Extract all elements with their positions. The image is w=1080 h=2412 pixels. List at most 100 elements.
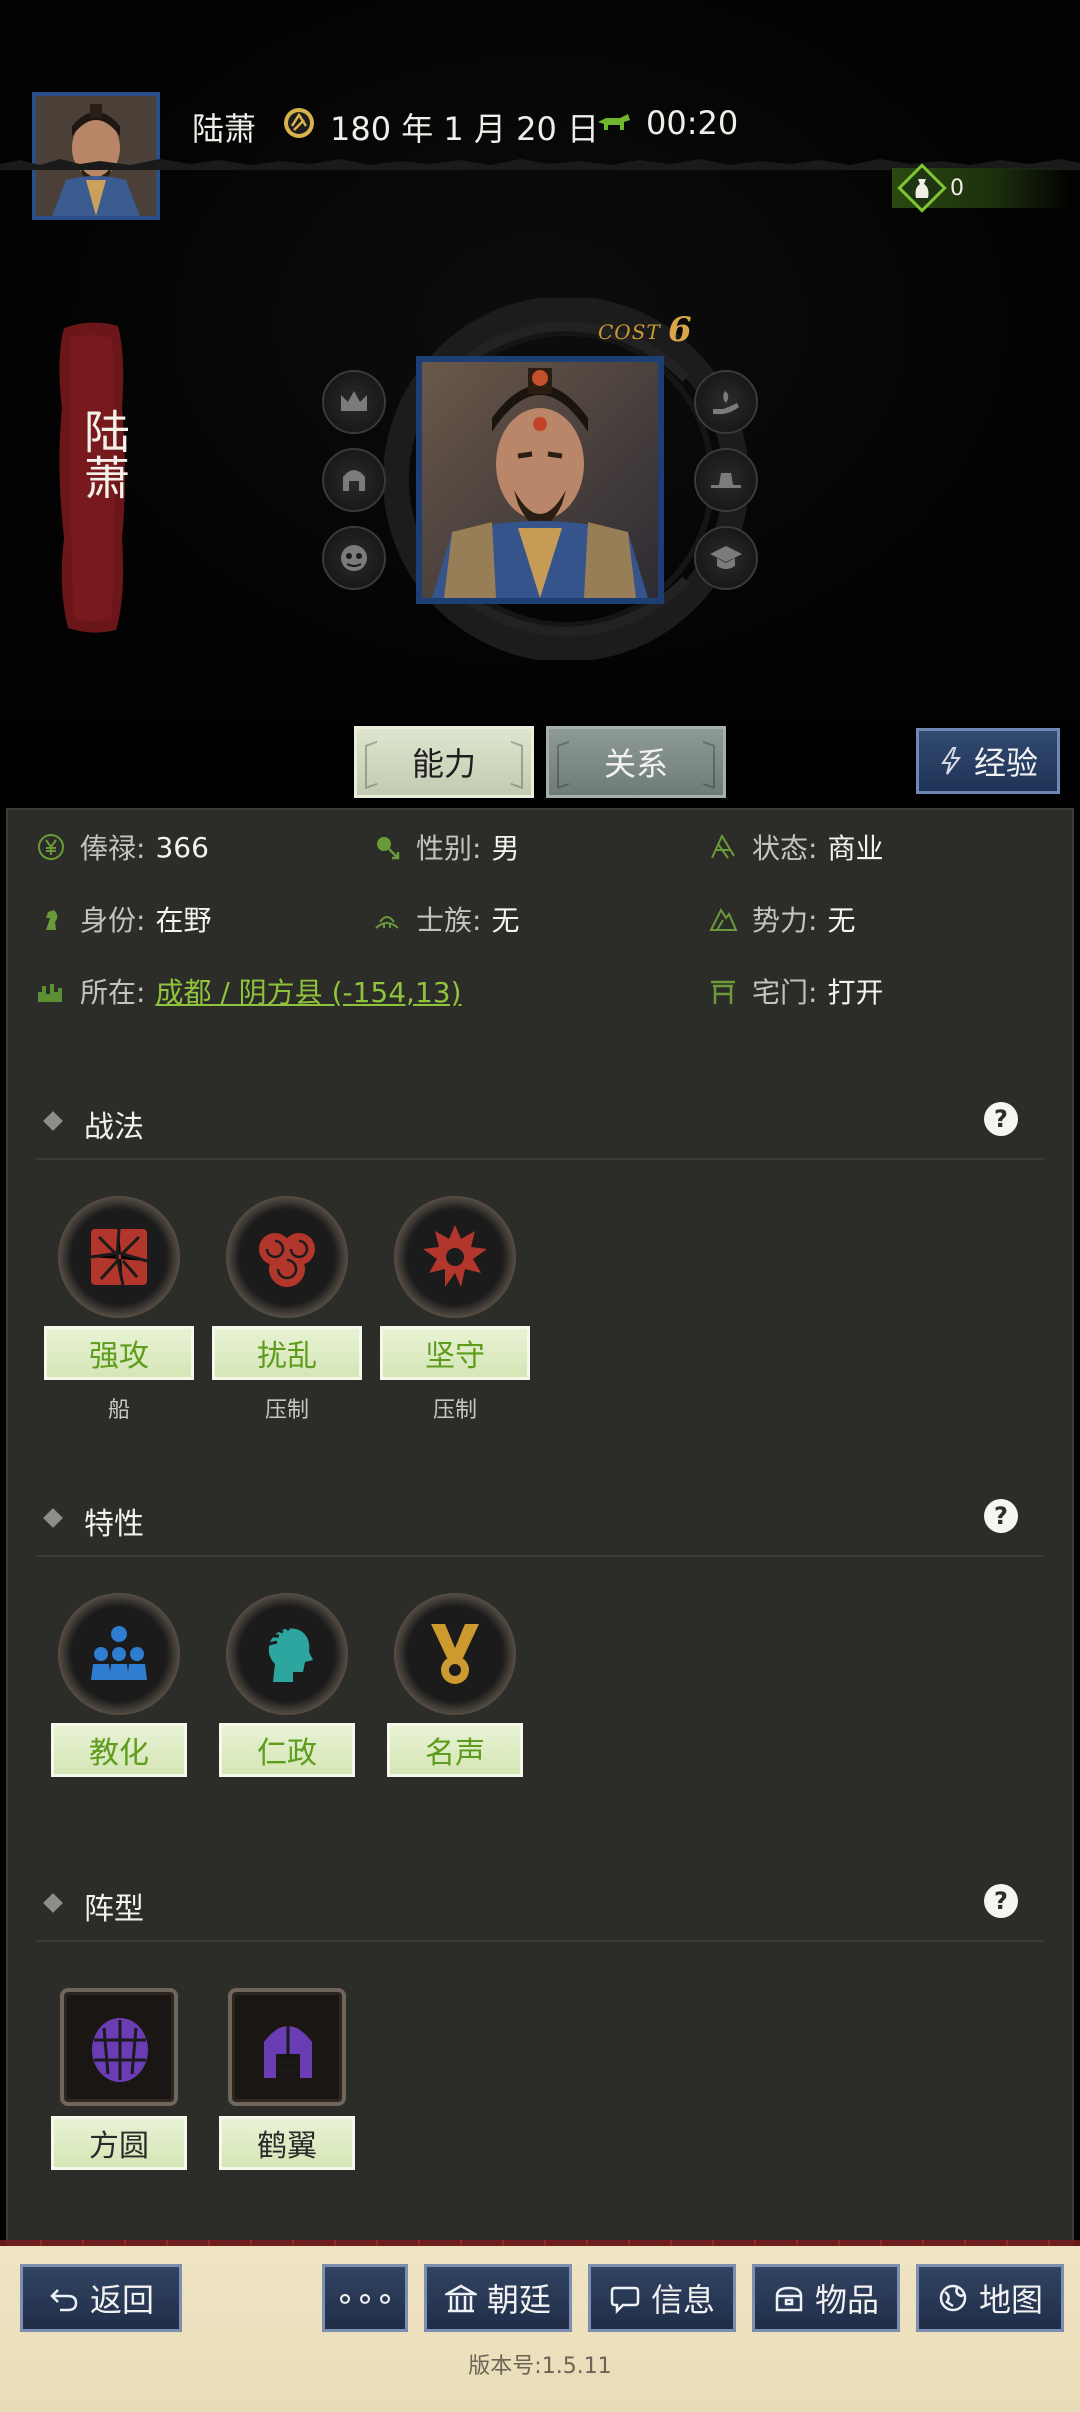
info-button[interactable]: 信息 bbox=[588, 2264, 736, 2332]
info-gate: 宅门: 打开 bbox=[708, 971, 883, 1011]
money-bag-icon[interactable] bbox=[896, 162, 948, 214]
gate-label: 宅门: bbox=[752, 976, 818, 1009]
map-label: 地图 bbox=[978, 2281, 1043, 2319]
season-badge-icon bbox=[284, 108, 314, 138]
tactic-name: 扰乱 bbox=[212, 1326, 362, 1380]
gender-icon bbox=[377, 837, 400, 860]
shattered-square-icon bbox=[90, 1228, 148, 1286]
formation-item[interactable]: 方圆 bbox=[44, 1988, 194, 2188]
portrait-image bbox=[422, 362, 658, 598]
laurel-head-icon bbox=[268, 1624, 313, 1682]
version-text: 版本号:1.5.11 bbox=[468, 2354, 612, 2379]
crown-icon bbox=[341, 391, 367, 411]
gender-label: 性别: bbox=[416, 832, 482, 865]
formation-badge bbox=[228, 1988, 346, 2106]
more-label: ∘∘∘ bbox=[334, 2279, 396, 2317]
items-button[interactable]: 物品 bbox=[752, 2264, 900, 2332]
formation-name: 鹤翼 bbox=[219, 2116, 355, 2170]
section-bullet-icon bbox=[43, 1893, 63, 1913]
lightning-icon bbox=[941, 747, 961, 775]
location-label: 所在: bbox=[80, 976, 146, 1009]
trait-item[interactable]: 仁政 bbox=[212, 1593, 362, 1793]
clan-icon bbox=[375, 916, 399, 929]
section-divider bbox=[36, 1158, 1044, 1160]
info-label: 信息 bbox=[650, 2281, 715, 2319]
section-title: 特性 bbox=[84, 1507, 144, 1542]
map-button[interactable]: 地图 bbox=[916, 2264, 1064, 2332]
header-time: 00:20 bbox=[646, 104, 739, 142]
graduation-cap-icon bbox=[710, 546, 742, 569]
mask-button[interactable] bbox=[322, 526, 386, 590]
palace-icon bbox=[444, 2284, 477, 2313]
spiky-shield-icon bbox=[423, 1225, 487, 1287]
help-icon[interactable]: ? bbox=[984, 1884, 1018, 1918]
hat-icon bbox=[711, 473, 741, 488]
helmet-button[interactable] bbox=[322, 448, 386, 512]
clan-value: 无 bbox=[491, 904, 520, 937]
status-value: 商业 bbox=[827, 832, 884, 865]
section-traits: 特性 ? bbox=[36, 1487, 1044, 1557]
experience-label: 经验 bbox=[973, 744, 1038, 782]
treasure-chest-icon bbox=[775, 2286, 803, 2312]
tactic-sub: 压制 bbox=[432, 1398, 477, 1423]
court-button[interactable]: 朝廷 bbox=[424, 2264, 572, 2332]
status-label: 状态: bbox=[752, 832, 818, 865]
help-icon[interactable]: ? bbox=[984, 1102, 1018, 1136]
tactic-item[interactable]: 扰乱 压制 bbox=[212, 1196, 362, 1423]
tactic-item[interactable]: 强攻 船 bbox=[44, 1196, 194, 1423]
graduation-cap-button[interactable] bbox=[694, 526, 758, 590]
medal-ribbon-icon bbox=[431, 1624, 479, 1684]
gate-value: 打开 bbox=[827, 976, 884, 1009]
tactic-sub: 船 bbox=[107, 1398, 130, 1423]
turtle-shell-icon bbox=[92, 2018, 148, 2082]
formation-item[interactable]: 鹤翼 bbox=[212, 1988, 362, 2188]
hand-seedling-button[interactable] bbox=[694, 370, 758, 434]
gate-icon bbox=[711, 980, 735, 1004]
faction-label: 势力: bbox=[752, 904, 818, 937]
undo-arrow-icon bbox=[50, 2289, 78, 2312]
info-identity: 身份: 在野 bbox=[36, 899, 211, 939]
tab-ability[interactable]: 能力 bbox=[354, 726, 534, 798]
trait-item[interactable]: 名声 bbox=[380, 1593, 530, 1793]
trait-item[interactable]: 教化 bbox=[44, 1593, 194, 1793]
tab-relation[interactable]: 关系 bbox=[546, 726, 726, 798]
help-icon[interactable]: ? bbox=[984, 1499, 1018, 1533]
tactic-sub: 压制 bbox=[264, 1398, 309, 1423]
swirl-cloud-icon bbox=[259, 1233, 315, 1287]
section-formations: 阵型 ? bbox=[36, 1872, 1044, 1942]
location-link[interactable]: 成都 / 阴方县 (-154,13) bbox=[155, 971, 461, 1011]
chess-piece-icon bbox=[46, 910, 58, 930]
identity-label: 身份: bbox=[80, 904, 146, 937]
chat-bubble-icon bbox=[610, 2286, 640, 2314]
experience-button[interactable]: 经验 bbox=[916, 728, 1060, 794]
trait-name: 仁政 bbox=[219, 1723, 355, 1777]
horse-icon[interactable] bbox=[596, 112, 632, 136]
section-bullet-icon bbox=[43, 1508, 63, 1528]
identity-value: 在野 bbox=[155, 904, 212, 937]
status-icon bbox=[711, 833, 735, 859]
info-clan: 士族: 无 bbox=[372, 899, 519, 939]
resource-value: 0 bbox=[950, 176, 964, 201]
formation-badge bbox=[60, 1988, 178, 2106]
section-tactics: 战法 ? bbox=[36, 1090, 1044, 1160]
items-label: 物品 bbox=[814, 2281, 879, 2319]
clan-label: 士族: bbox=[416, 904, 482, 937]
trait-name: 名声 bbox=[387, 1723, 523, 1777]
info-gender: 性别: 男 bbox=[372, 827, 519, 867]
knight-helmet-icon bbox=[264, 2018, 312, 2078]
crown-button[interactable] bbox=[322, 370, 386, 434]
tactic-item[interactable]: 坚守 压制 bbox=[380, 1196, 530, 1423]
more-button[interactable]: ∘∘∘ bbox=[322, 2264, 408, 2332]
hand-seedling-icon bbox=[713, 391, 739, 414]
salary-label: 俸禄: bbox=[80, 832, 146, 865]
character-portrait bbox=[416, 356, 664, 604]
back-button[interactable]: 返回 bbox=[20, 2264, 182, 2332]
info-faction: 势力: 无 bbox=[708, 899, 855, 939]
salary-value: 366 bbox=[155, 830, 209, 864]
banner-name: 陆萧 bbox=[77, 408, 131, 500]
section-title: 阵型 bbox=[84, 1892, 144, 1927]
tab-relation-label: 关系 bbox=[603, 745, 668, 783]
hat-button[interactable] bbox=[694, 448, 758, 512]
court-label: 朝廷 bbox=[486, 2281, 551, 2319]
mountain-icon bbox=[709, 907, 738, 931]
